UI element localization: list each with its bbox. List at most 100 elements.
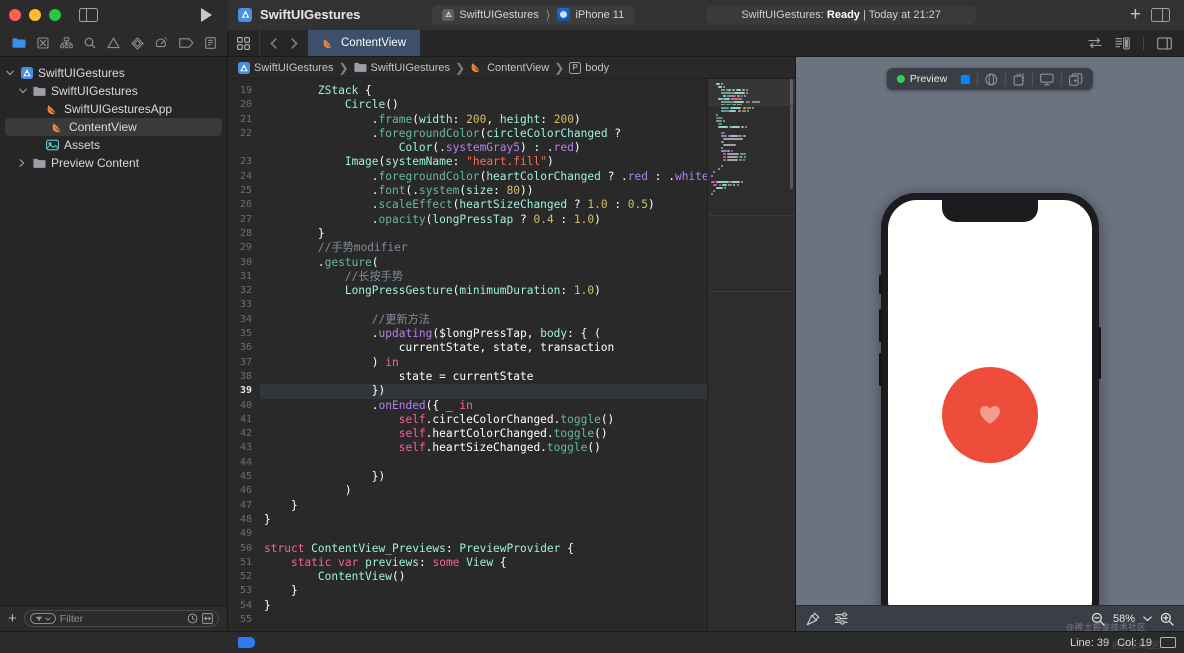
filter-scope-icon[interactable]: [29, 613, 56, 624]
code-line[interactable]: }: [260, 599, 707, 613]
iphone-preview-device[interactable]: [879, 193, 1101, 605]
code-line[interactable]: [260, 613, 707, 627]
chevron-down-icon[interactable]: [1143, 615, 1152, 622]
code-line[interactable]: .onEnded({ _ in: [260, 399, 707, 413]
tab-grid-icon[interactable]: [228, 30, 259, 56]
code-line[interactable]: ContentView(): [260, 570, 707, 584]
test-diamond-icon[interactable]: [130, 36, 144, 50]
tree-item-preview-content[interactable]: Preview Content: [0, 154, 227, 172]
code-line[interactable]: //手势modifier: [260, 241, 707, 255]
code-line[interactable]: }): [260, 470, 707, 484]
adjust-editor-icon[interactable]: [1088, 37, 1102, 49]
code-line[interactable]: .foregroundColor(heartColorChanged ? .re…: [260, 170, 707, 184]
code-line[interactable]: .updating($longPressTap, body: { (: [260, 327, 707, 341]
code-minimap[interactable]: [707, 79, 795, 631]
variants-icon[interactable]: [834, 612, 849, 625]
pin-icon[interactable]: [806, 612, 820, 626]
warning-triangle-icon[interactable]: [106, 37, 120, 49]
breakpoint-tag-icon[interactable]: [238, 637, 255, 648]
code-line[interactable]: }): [260, 384, 707, 399]
code-line[interactable]: ): [260, 484, 707, 498]
tree-item-swiftuigestures[interactable]: SwiftUIGestures: [0, 64, 227, 82]
code-line[interactable]: [260, 298, 707, 312]
inspector-toggle-icon[interactable]: [1157, 36, 1172, 50]
code-line[interactable]: }: [260, 227, 707, 241]
code-line[interactable]: state = currentState: [260, 370, 707, 384]
breadcrumb-item-swiftuigestures[interactable]: SwiftUIGestures: [353, 62, 450, 74]
code-line[interactable]: self.heartColorChanged.toggle(): [260, 427, 707, 441]
scheme-selector[interactable]: SwiftUIGestures ⟩ iPhone 11: [432, 4, 635, 25]
code-line[interactable]: .font(.system(size: 80)): [260, 184, 707, 198]
tab-contentview[interactable]: ContentView: [308, 30, 420, 56]
breadcrumb-item-body[interactable]: Pbody: [569, 61, 609, 74]
code-line[interactable]: //更新方法: [260, 313, 707, 327]
code-line[interactable]: ) in: [260, 356, 707, 370]
clock-icon[interactable]: [187, 613, 198, 624]
breadcrumb-item-swiftuigestures[interactable]: SwiftUIGestures: [238, 61, 333, 74]
report-log-icon[interactable]: [204, 37, 216, 49]
disclosure-closed-icon[interactable]: [19, 159, 32, 167]
close-button[interactable]: [9, 8, 21, 21]
tree-item-swiftuigesturesapp[interactable]: SwiftUIGesturesApp: [0, 100, 227, 118]
device-settings-button[interactable]: [1006, 68, 1032, 90]
code-line[interactable]: [260, 456, 707, 470]
file-tree[interactable]: SwiftUIGestures SwiftUIGestures SwiftUIGes…: [0, 57, 227, 605]
debug-gauge-icon[interactable]: [155, 37, 168, 49]
code-line[interactable]: .opacity(longPressTap ? 0.4 : 1.0): [260, 213, 707, 227]
right-sidebar-toggle-icon[interactable]: [1150, 7, 1170, 22]
duplicate-preview-button[interactable]: [1062, 68, 1090, 90]
source-control-icon[interactable]: [36, 37, 49, 49]
keyboard-icon[interactable]: [1160, 637, 1176, 648]
tree-item-assets[interactable]: Assets: [0, 136, 227, 154]
code-line[interactable]: .gesture(: [260, 256, 707, 270]
traffic-lights[interactable]: [9, 8, 61, 21]
code-line[interactable]: Image(systemName: "heart.fill"): [260, 155, 707, 169]
zoom-out-icon[interactable]: [1091, 612, 1105, 626]
code-line[interactable]: }: [260, 499, 707, 513]
chevron-left-icon[interactable]: [270, 37, 277, 49]
breadcrumb-item-contentview[interactable]: ContentView: [470, 61, 549, 74]
tree-item-swiftuigestures[interactable]: SwiftUIGestures: [0, 82, 227, 100]
canvas-inner[interactable]: Preview: [796, 57, 1184, 605]
code-editor[interactable]: 19 20 21 22 23 24 25 26 27 28 29 30 31 32 33 34 35 36 37 3…: [228, 79, 707, 631]
left-sidebar-toggle-icon[interactable]: [79, 7, 98, 22]
code-line[interactable]: }: [260, 584, 707, 598]
code-line[interactable]: currentState, state, transaction: [260, 341, 707, 355]
search-icon[interactable]: [84, 37, 96, 49]
preview-status[interactable]: Preview: [890, 68, 954, 90]
symbol-hierarchy-icon[interactable]: [59, 37, 73, 49]
code-line[interactable]: static var previews: some View {: [260, 556, 707, 570]
breakpoint-tag-icon[interactable]: [178, 38, 194, 48]
code-line[interactable]: }: [260, 513, 707, 527]
code-line[interactable]: .foregroundColor(circleColorChanged ?: [260, 127, 707, 141]
code-line[interactable]: .frame(width: 200, height: 200): [260, 113, 707, 127]
zoom-button[interactable]: [49, 8, 61, 21]
code-fold-ribbon[interactable]: [252, 79, 260, 631]
code-line[interactable]: .scaleEffect(heartSizeChanged ? 1.0 : 0.…: [260, 198, 707, 212]
add-editor-button[interactable]: +: [1120, 5, 1151, 24]
code-line[interactable]: self.circleColorChanged.toggle(): [260, 413, 707, 427]
expand-arrows-icon[interactable]: [202, 613, 213, 624]
disclosure-open-icon[interactable]: [19, 88, 32, 94]
filter-input[interactable]: Filter: [23, 610, 219, 627]
code-line[interactable]: LongPressGesture(minimumDuration: 1.0): [260, 284, 707, 298]
breadcrumb[interactable]: SwiftUIGestures ❯ SwiftUIGestures ❯ ContentV…: [228, 57, 795, 79]
device-screen[interactable]: [888, 200, 1092, 605]
code-line[interactable]: Circle(): [260, 98, 707, 112]
code-line[interactable]: //长按手势: [260, 270, 707, 284]
inspect-preview-button[interactable]: [978, 68, 1005, 90]
code-line[interactable]: [260, 527, 707, 541]
code-line[interactable]: ZStack {: [260, 84, 707, 98]
live-preview-button[interactable]: [954, 68, 977, 90]
add-file-button[interactable]: +: [8, 611, 17, 626]
tree-item-contentview[interactable]: ContentView: [5, 118, 222, 136]
source-code[interactable]: ZStack { Circle() .frame(width: 200, hei…: [260, 79, 707, 631]
code-line[interactable]: self.heartSizeChanged.toggle(): [260, 441, 707, 455]
display-variants-button[interactable]: [1033, 68, 1061, 90]
zoom-in-icon[interactable]: [1160, 612, 1174, 626]
editor-options-icon[interactable]: [1115, 36, 1130, 50]
folder-icon[interactable]: [12, 37, 26, 49]
chevron-right-icon[interactable]: [291, 37, 298, 49]
code-line[interactable]: struct ContentView_Previews: PreviewProv…: [260, 542, 707, 556]
run-button[interactable]: [201, 7, 212, 22]
